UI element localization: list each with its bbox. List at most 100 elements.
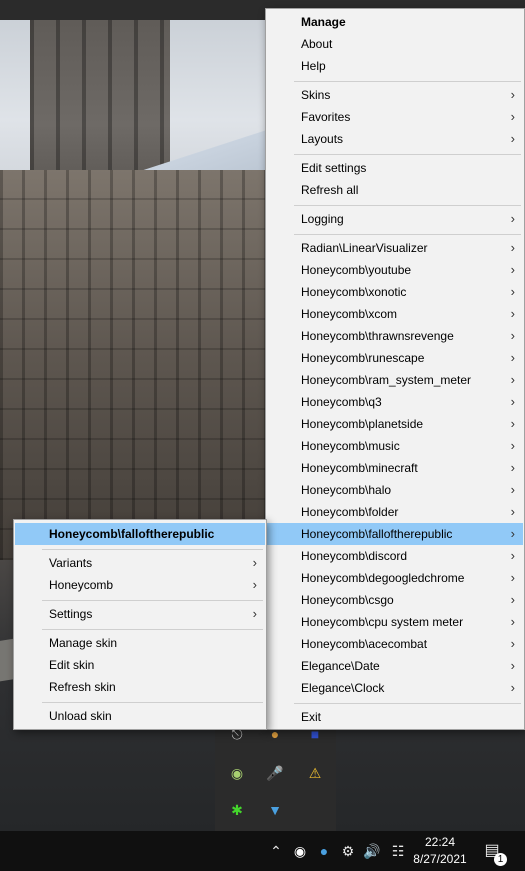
menu-item-skin[interactable]: Honeycomb\csgo ›	[267, 589, 523, 611]
menu-item-label: Favorites	[301, 110, 351, 124]
chevron-right-icon: ›	[510, 211, 515, 226]
menu-item-edit-skin[interactable]: Edit skin	[15, 654, 265, 676]
chevron-right-icon: ›	[510, 460, 515, 475]
menu-item-label: Honeycomb\degoogledchrome	[301, 571, 465, 585]
menu-item-label: Honeycomb\runescape	[301, 351, 425, 365]
menu-item-favorites[interactable]: Favorites ›	[267, 106, 523, 128]
menu-item-refresh-skin[interactable]: Refresh skin	[15, 676, 265, 698]
menu-item-skin[interactable]: Honeycomb\folder ›	[267, 501, 523, 523]
tray-overflow-flyout: ⎋ ● ■ ◉ 🎤 ⚠ ✱ ▼	[215, 720, 336, 831]
chevron-right-icon: ›	[510, 350, 515, 365]
menu-item-skin[interactable]: Honeycomb\acecombat ›	[267, 633, 523, 655]
menu-item-skin[interactable]: Honeycomb\xonotic ›	[267, 281, 523, 303]
menu-item-label: Logging	[301, 212, 344, 226]
skin-submenu: Honeycomb\falloftherepublic Variants › Ho…	[13, 519, 267, 730]
menu-item-skin[interactable]: Honeycomb\ram_system_meter ›	[267, 369, 523, 391]
menu-separator	[42, 702, 263, 703]
nvidia-icon[interactable]: ◉	[227, 763, 247, 783]
app-icon[interactable]: ▼	[265, 800, 285, 820]
menu-separator	[294, 154, 521, 155]
menu-item-skin[interactable]: Honeycomb\minecraft ›	[267, 457, 523, 479]
app-icon[interactable]: ●	[314, 841, 334, 861]
menu-item-skin[interactable]: Honeycomb\youtube ›	[267, 259, 523, 281]
menu-separator	[42, 549, 263, 550]
menu-item-label: Honeycomb\discord	[301, 549, 408, 563]
menu-item-label: Honeycomb\halo	[301, 483, 392, 497]
show-hidden-icons[interactable]: ⌃	[266, 841, 286, 861]
menu-item-skin[interactable]: Radian\LinearVisualizer ›	[267, 237, 523, 259]
menu-item-label: Honeycomb\xonotic	[301, 285, 407, 299]
chevron-right-icon: ›	[510, 438, 515, 453]
chevron-right-icon: ›	[510, 109, 515, 124]
clock-time: 22:24	[424, 835, 456, 849]
menu-item-skin[interactable]: Honeycomb\q3 ›	[267, 391, 523, 413]
menu-item-skin[interactable]: Honeycomb\discord ›	[267, 545, 523, 567]
chevron-right-icon: ›	[510, 504, 515, 519]
chevron-right-icon: ›	[510, 131, 515, 146]
menu-item-skin[interactable]: Elegance\Clock ›	[267, 677, 523, 699]
menu-separator	[294, 234, 521, 235]
taskbar: ⌃ ◉ ● ⚙ 🔊 ☷ 22:24 8/27/2021 ▤ 1	[0, 831, 525, 871]
menu-item-help[interactable]: Help	[267, 55, 523, 77]
menu-item-about[interactable]: About	[267, 33, 523, 55]
chevron-right-icon: ›	[510, 680, 515, 695]
chevron-right-icon: ›	[510, 284, 515, 299]
menu-item-skin[interactable]: Honeycomb\degoogledchrome ›	[267, 567, 523, 589]
menu-separator	[294, 81, 521, 82]
menu-item-label: Honeycomb\cpu system meter	[301, 615, 464, 629]
menu-item-settings[interactable]: Settings ›	[15, 603, 265, 625]
chevron-right-icon: ›	[510, 87, 515, 102]
menu-item-label: Variants	[49, 556, 93, 570]
menu-separator	[294, 205, 521, 206]
menu-item-skin-highlighted[interactable]: Honeycomb\falloftherepublic ›	[267, 523, 523, 545]
menu-item-label: Honeycomb\acecombat	[301, 637, 428, 651]
submenu-header[interactable]: Honeycomb\falloftherepublic	[15, 523, 265, 545]
windows-security-icon[interactable]: ⚠	[305, 763, 325, 783]
menu-item-skins[interactable]: Skins ›	[267, 84, 523, 106]
menu-item-label: Elegance\Date	[301, 659, 380, 673]
menu-item-label: Honeycomb\youtube	[301, 263, 412, 277]
menu-item-variants[interactable]: Variants ›	[15, 552, 265, 574]
menu-item-skin[interactable]: Elegance\Date ›	[267, 655, 523, 677]
menu-item-skin[interactable]: Honeycomb\music ›	[267, 435, 523, 457]
menu-item-label: Honeycomb\minecraft	[301, 461, 418, 475]
menu-item-exit[interactable]: Exit	[267, 706, 523, 728]
menu-item-logging[interactable]: Logging ›	[267, 208, 523, 230]
menu-separator	[42, 629, 263, 630]
menu-item-manage[interactable]: Manage	[267, 11, 523, 33]
volume-icon[interactable]: 🔊	[362, 841, 382, 861]
menu-item-unload-skin[interactable]: Unload skin	[15, 705, 265, 727]
menu-separator	[42, 600, 263, 601]
chevron-right-icon: ›	[510, 636, 515, 651]
menu-item-skin[interactable]: Honeycomb\runescape ›	[267, 347, 523, 369]
menu-item-skin[interactable]: Honeycomb\planetside ›	[267, 413, 523, 435]
rainmeter-context-menu: Manage About Help Skins › Favorites › Layo…	[265, 8, 525, 730]
menu-item-label: Radian\LinearVisualizer	[301, 241, 428, 255]
menu-item-label: Honeycomb\thrawnsrevenge	[301, 329, 454, 343]
menu-item-label: Honeycomb\csgo	[301, 593, 394, 607]
chevron-right-icon: ›	[510, 592, 515, 607]
razer-icon[interactable]: ✱	[227, 800, 247, 820]
menu-item-label: Skins	[301, 88, 331, 102]
menu-item-label: Settings	[49, 607, 93, 621]
discord-icon[interactable]: ◉	[290, 841, 310, 861]
steam-icon[interactable]: ⚙	[338, 841, 358, 861]
menu-item-label: Honeycomb\falloftherepublic	[301, 527, 453, 541]
microphone-icon[interactable]: 🎤	[265, 763, 285, 783]
menu-item-label: Honeycomb\music	[301, 439, 400, 453]
menu-item-skin[interactable]: Honeycomb\halo ›	[267, 479, 523, 501]
menu-item-label: Layouts	[301, 132, 344, 146]
taskbar-clock[interactable]: 22:24 8/27/2021	[410, 834, 470, 868]
menu-item-skin[interactable]: Honeycomb\xcom ›	[267, 303, 523, 325]
chevron-right-icon: ›	[510, 372, 515, 387]
menu-item-refresh-all[interactable]: Refresh all	[267, 179, 523, 201]
menu-item-skin[interactable]: Honeycomb\cpu system meter ›	[267, 611, 523, 633]
network-icon[interactable]: ☷	[388, 841, 408, 861]
menu-item-layouts[interactable]: Layouts ›	[267, 128, 523, 150]
menu-item-manage-skin[interactable]: Manage skin	[15, 632, 265, 654]
chevron-right-icon: ›	[252, 606, 257, 621]
menu-item-skin[interactable]: Honeycomb\thrawnsrevenge ›	[267, 325, 523, 347]
menu-item-edit-settings[interactable]: Edit settings	[267, 157, 523, 179]
menu-item-config[interactable]: Honeycomb ›	[15, 574, 265, 596]
clock-date: 8/27/2021	[413, 852, 467, 866]
